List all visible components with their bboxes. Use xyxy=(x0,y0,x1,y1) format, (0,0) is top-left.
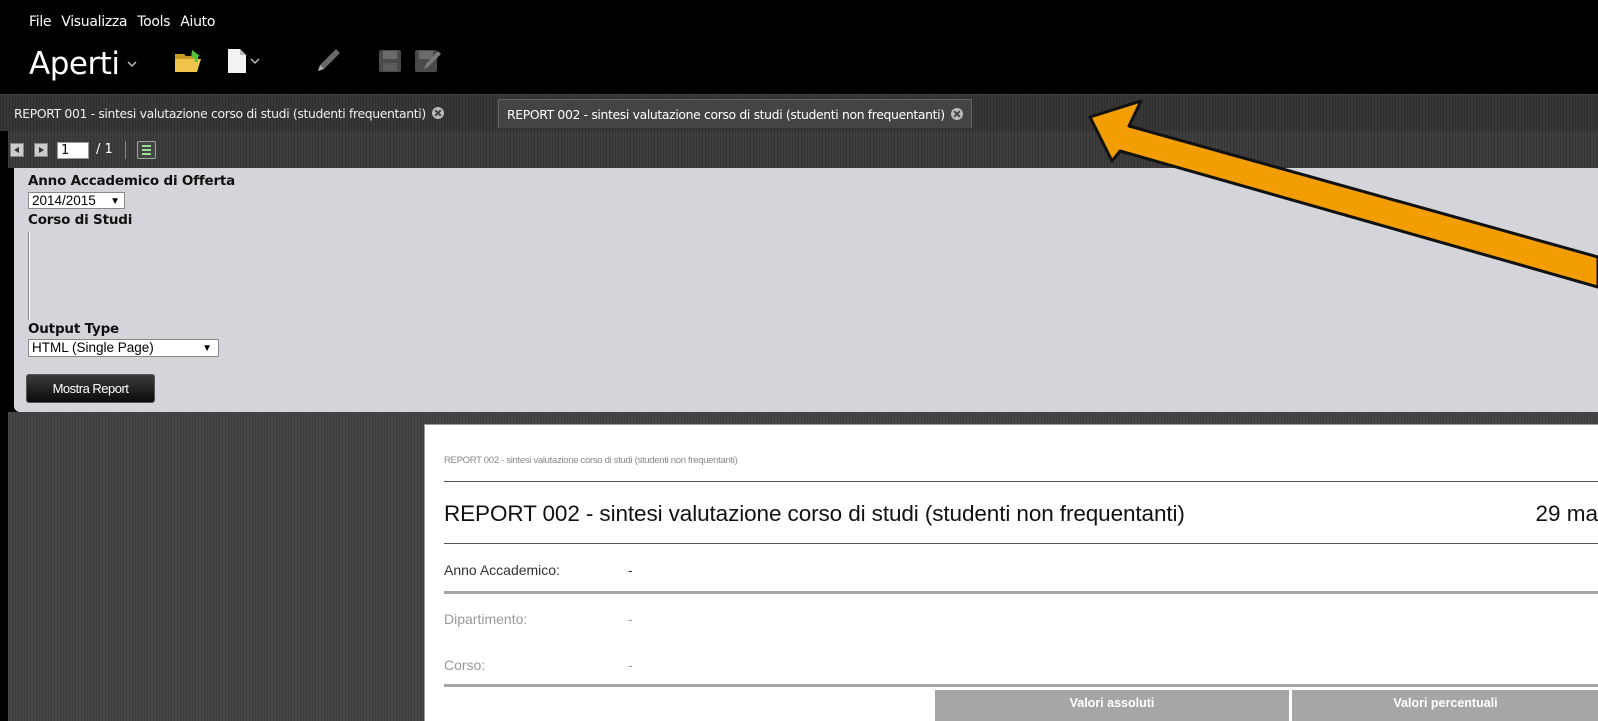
tab-report-002[interactable]: REPORT 002 - sintesi valutazione corso d… xyxy=(498,99,972,128)
next-page-icon[interactable] xyxy=(34,143,48,157)
divider xyxy=(444,684,1598,687)
new-document-icon[interactable] xyxy=(226,48,248,74)
divider xyxy=(444,591,1598,594)
tab-label: REPORT 002 - sintesi valutazione corso d… xyxy=(507,106,945,122)
corso-field-label: Corso: xyxy=(444,657,486,673)
anno-accademico-label: Anno Accademico di Offerta xyxy=(28,173,236,189)
menu-visualizza[interactable]: Visualizza xyxy=(61,14,127,32)
table-header-valori-percentuali: Valori percentuali xyxy=(1292,690,1598,721)
output-type-value: HTML (Single Page) xyxy=(32,340,154,355)
report-page: REPORT 002 - sintesi valutazione corso d… xyxy=(424,424,1598,721)
previous-page-icon[interactable] xyxy=(10,143,24,157)
divider xyxy=(444,481,1598,482)
page-number-input[interactable]: 1 xyxy=(57,142,89,159)
report-breadcrumb: REPORT 002 - sintesi valutazione corso d… xyxy=(444,455,738,466)
menu-aiuto[interactable]: Aiuto xyxy=(180,14,215,32)
pager-toolbar: 1 / 1 xyxy=(0,131,1598,168)
dropdown-arrow-icon: ▼ xyxy=(110,196,120,207)
close-icon[interactable] xyxy=(950,108,963,120)
open-folder-icon[interactable] xyxy=(174,48,206,74)
table-header-valori-assoluti: Valori assoluti xyxy=(935,690,1289,721)
page-total: / 1 xyxy=(96,142,113,157)
toolbar: Aperti xyxy=(29,44,137,84)
tab-label: REPORT 001 - sintesi valutazione corso d… xyxy=(14,105,426,121)
left-edge xyxy=(0,131,8,721)
menu-file[interactable]: File xyxy=(29,14,52,32)
corso-di-studi-listbox[interactable] xyxy=(28,232,30,320)
edit-pencil-icon[interactable] xyxy=(314,47,342,75)
anno-accademico-field-label: Anno Accademico: xyxy=(444,562,560,578)
divider xyxy=(444,543,1598,544)
dipartimento-field-label: Dipartimento: xyxy=(444,611,528,627)
menu-bar: File Visualizza Tools Aiuto xyxy=(29,14,215,32)
tab-report-001[interactable]: REPORT 001 - sintesi valutazione corso d… xyxy=(6,99,452,127)
dropdown-arrow-icon: ▼ xyxy=(202,343,212,354)
report-tab-bar: REPORT 001 - sintesi valutazione corso d… xyxy=(0,94,1598,131)
app-header: File Visualizza Tools Aiuto Aperti xyxy=(0,0,1598,94)
close-icon[interactable] xyxy=(431,107,444,119)
divider xyxy=(125,141,126,159)
menu-tools[interactable]: Tools xyxy=(137,14,170,32)
output-type-select[interactable]: HTML (Single Page) ▼ xyxy=(28,339,219,357)
toggle-parameters-icon[interactable] xyxy=(137,141,156,159)
dipartimento-field-value: - xyxy=(628,611,633,627)
parameters-panel: Anno Accademico di Offerta 2014/2015 ▼ C… xyxy=(14,168,1598,412)
new-document-chevron-icon[interactable] xyxy=(250,57,260,65)
mostra-report-button[interactable]: Mostra Report xyxy=(26,374,155,403)
anno-accademico-select[interactable]: 2014/2015 ▼ xyxy=(28,192,125,209)
output-type-label: Output Type xyxy=(28,321,119,337)
save-as-icon[interactable] xyxy=(414,47,442,75)
report-date: 29 ma xyxy=(1535,501,1598,526)
report-title: REPORT 002 - sintesi valutazione corso d… xyxy=(444,501,1185,526)
anno-accademico-field-value: - xyxy=(628,562,633,578)
corso-field-value: - xyxy=(628,657,633,673)
opened-reports-dropdown[interactable]: Aperti xyxy=(29,46,120,82)
corso-di-studi-label: Corso di Studi xyxy=(28,212,133,228)
save-icon[interactable] xyxy=(378,49,402,73)
chevron-down-icon[interactable] xyxy=(127,59,137,69)
anno-accademico-value: 2014/2015 xyxy=(32,193,96,208)
